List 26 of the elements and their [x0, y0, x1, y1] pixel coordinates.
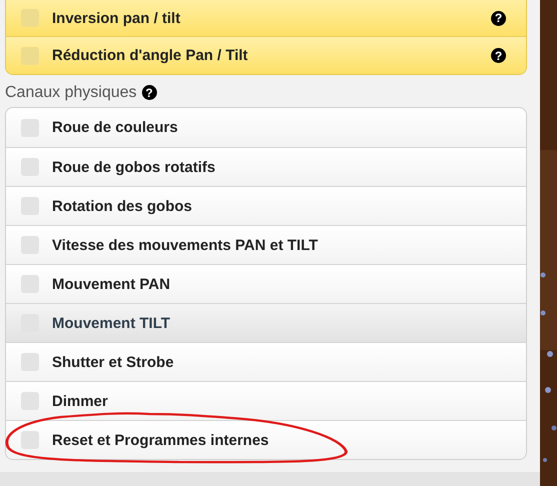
channel-label: Reset et Programmes internes	[52, 432, 270, 448]
channel-row[interactable]: Mouvement TILT	[6, 303, 526, 342]
channel-row[interactable]: Dimmer	[6, 381, 526, 420]
channel-row[interactable]: Mouvement PAN	[6, 264, 526, 303]
option-label: Inversion pan / tilt	[52, 10, 182, 26]
option-row[interactable]: Réduction d'angle Pan / Tilt ?	[6, 36, 526, 74]
channel-row[interactable]: Rotation des gobos	[6, 186, 526, 225]
help-icon[interactable]: ?	[491, 10, 506, 26]
option-row[interactable]: Inversion pan / tilt ?	[6, 0, 526, 36]
channel-label: Rotation des gobos	[52, 198, 193, 214]
channel-row[interactable]: Reset et Programmes internes	[6, 420, 526, 459]
channel-label: Vitesse des mouvements PAN et TILT	[52, 236, 319, 254]
channel-label: Dimmer	[52, 392, 109, 410]
channel-label: Mouvement PAN	[52, 276, 172, 292]
help-icon[interactable]: ?	[491, 48, 506, 63]
channel-row[interactable]: Shutter et Strobe	[6, 342, 526, 381]
channel-row[interactable]: Roue de couleurs	[6, 108, 526, 147]
channel-row[interactable]: Roue de gobos rotatifs	[6, 147, 526, 186]
help-icon[interactable]: ?	[142, 85, 157, 100]
channel-label: Shutter et Strobe	[52, 354, 175, 370]
channel-label: Mouvement TILT	[52, 314, 172, 332]
channel-label: Roue de couleurs	[52, 119, 179, 136]
channel-row[interactable]: Vitesse des mouvements PAN et TILT	[6, 225, 526, 264]
channel-label: Roue de gobos rotatifs	[52, 158, 216, 176]
section-title: Canaux physiques	[5, 84, 137, 102]
option-label: Réduction d'angle Pan / Tilt	[52, 47, 249, 64]
